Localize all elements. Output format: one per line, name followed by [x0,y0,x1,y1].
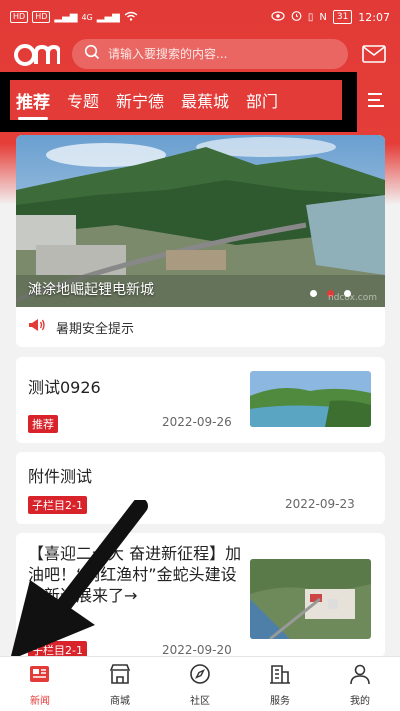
battery-level: 31 [336,12,349,22]
menu-icon[interactable] [368,93,384,111]
search-bar[interactable] [72,39,348,69]
search-icon [84,44,100,64]
news-date: 2022-09-26 [162,415,232,429]
nav-news-label: 新闻 [30,696,50,707]
banner-caption: 滩涂地崛起锂电新城 [28,282,154,298]
nav-profile-label: 我的 [350,696,370,707]
notice-text: 暑期安全提示 [56,321,135,337]
tab-recommend[interactable]: 推荐 [16,88,50,120]
tab-topics[interactable]: 专题 [67,88,99,112]
nav-services-label: 服务 [270,696,290,707]
mail-icon[interactable] [362,45,386,67]
sim2-badge: HD [32,11,51,23]
tab-new-ningde[interactable]: 新宁德 [116,88,164,112]
shop-icon [108,663,132,689]
nav-shop-label: 商城 [110,696,130,707]
nav-shop[interactable]: 商城 [80,657,160,711]
news-thumbnail [250,371,371,427]
search-input[interactable] [108,47,328,61]
notice-bar[interactable]: 暑期安全提示 [16,307,385,347]
battery-icon: 31 [332,10,353,24]
signal-icon: ▂▄▆ [54,11,78,23]
news-title: 附件测试 [28,467,93,486]
nav-news[interactable]: 新闻 [0,657,80,711]
news-thumbnail [250,559,371,639]
bottom-navigation: 新闻 商城 社区 服务 我的 [0,656,400,711]
building-icon [268,663,292,689]
nav-community-label: 社区 [190,696,210,707]
status-bar: HD HD ▂▄▆ 4G ▂▄▆ ▯ N 31 12:07 [0,0,400,34]
wifi-icon [124,11,138,24]
news-date: 2022-09-20 [162,643,232,657]
banner-watermark: ndcox.com [327,293,377,303]
sim1-badge: HD [10,11,29,23]
banner-card: 滩涂地崛起锂电新城 ndcox.com 暑期安全提示 [16,135,385,347]
signal-label: 4G [81,12,93,22]
speaker-icon [28,318,46,336]
news-tag: 推荐 [28,415,58,433]
tab-jiaocheng[interactable]: 最蕉城 [181,88,229,112]
vibrate-icon: ▯ [307,11,314,23]
app-logo[interactable] [14,39,61,69]
compass-icon [188,663,212,689]
annotation-arrow [10,500,148,660]
alarm-icon [291,10,302,24]
eye-icon [271,10,285,24]
news-title: 测试0926 [28,378,101,397]
nfc-icon: N [319,11,327,23]
nav-profile[interactable]: 我的 [320,657,400,711]
news-card[interactable]: 测试0926 推荐 2022-09-26 [16,357,385,443]
top-bar [0,36,400,72]
banner-carousel[interactable]: 滩涂地崛起锂电新城 ndcox.com [16,135,385,307]
channel-tabs: 推荐 专题 新宁德 最蕉城 部门 [10,80,342,120]
user-icon [348,663,372,689]
nav-community[interactable]: 社区 [160,657,240,711]
news-date: 2022-09-23 [285,497,355,511]
tab-departments[interactable]: 部门 [246,88,278,112]
carousel-dot[interactable] [310,290,317,297]
clock: 12:07 [358,10,390,24]
nav-services[interactable]: 服务 [240,657,320,711]
news-icon [28,663,52,689]
signal2-icon: ▂▄▆ [96,11,120,23]
